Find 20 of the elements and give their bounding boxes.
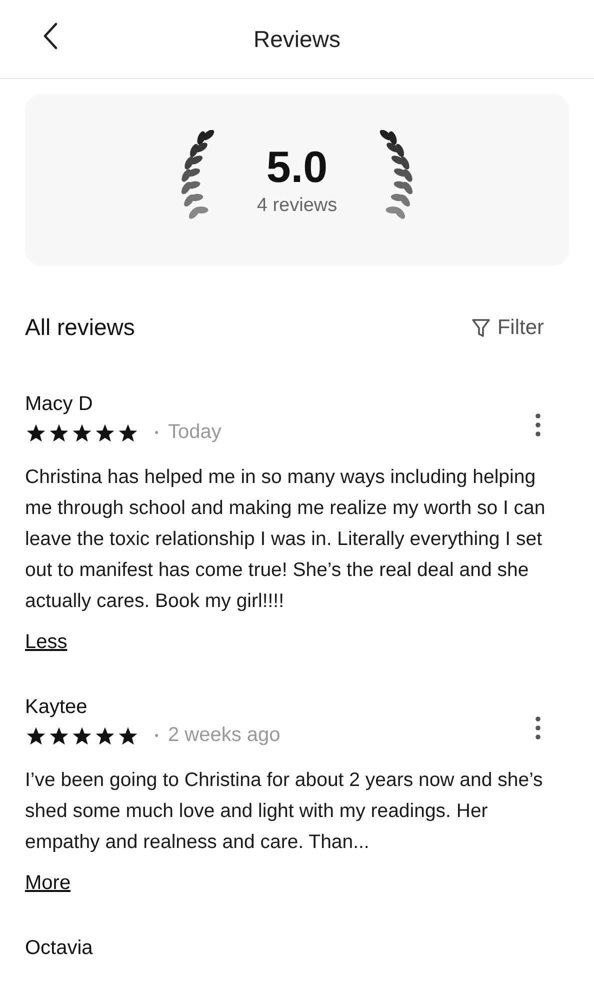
- separator-dot: [155, 734, 158, 737]
- back-icon[interactable]: [42, 22, 58, 50]
- filter-button[interactable]: Filter: [471, 316, 544, 340]
- reviewer-name: Octavia: [25, 936, 93, 961]
- review-date: Today: [168, 421, 222, 444]
- review-count: 4 reviews: [256, 195, 338, 217]
- filter-icon: [471, 316, 492, 338]
- toggle-link[interactable]: More: [25, 872, 71, 895]
- reviewer-name: Macy D: [25, 392, 94, 417]
- review-date: 2 weeks ago: [168, 724, 280, 747]
- more-options-icon[interactable]: [535, 716, 541, 740]
- more-options-icon[interactable]: [535, 412, 541, 436]
- reviewer-name: Kaytee: [25, 695, 88, 720]
- separator-dot: [155, 431, 158, 434]
- page-title: Reviews: [254, 26, 340, 52]
- average-rating: 5.0: [266, 143, 328, 193]
- toggle-link[interactable]: Less: [25, 631, 68, 654]
- section-title: All reviews: [25, 314, 135, 341]
- review-text: I’ve been going to Christina for about 2 years now and she’s shed some much love and light with my readings. Her empathy and realness and care. Than...: [25, 768, 544, 855]
- review-text: Christina has helped me in so many ways including helping me through school and making me realize my worth so I can leave the toxic relationship I was in. Literally everything I set out to manifest has come true! She’s the real deal and she actually cares. Book my girl!!!!: [25, 465, 546, 614]
